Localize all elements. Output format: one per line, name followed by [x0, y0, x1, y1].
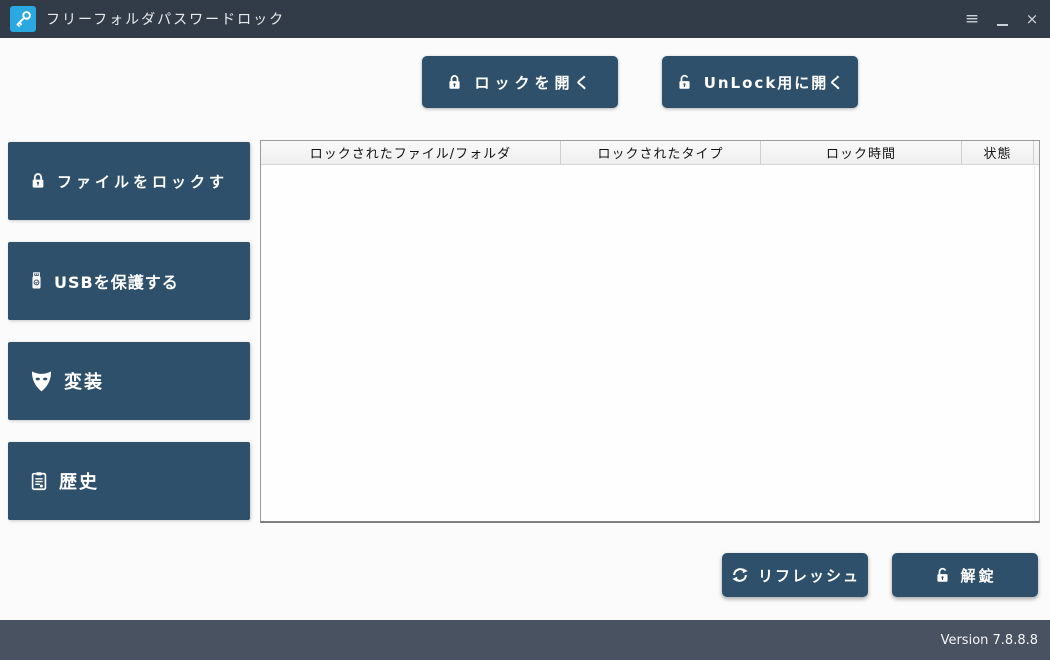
lock-icon [445, 73, 464, 92]
locked-items-table[interactable]: ロックされたファイル/フォルダ ロックされたタイプ ロック時間 状態 [260, 140, 1040, 523]
refresh-button[interactable]: リフレッシュ [722, 553, 868, 597]
column-header-lock-time[interactable]: ロック時間 [761, 141, 962, 164]
usb-icon [28, 271, 45, 291]
open-for-lock-button[interactable]: ロックを開く [422, 56, 618, 108]
window-controls: ≡ × [958, 4, 1046, 34]
window-title: フリーフォルダパスワードロック [46, 9, 285, 29]
close-icon[interactable]: × [1018, 4, 1046, 34]
statusbar: Version 7.8.8.8 [0, 620, 1050, 660]
titlebar: フリーフォルダパスワードロック ≡ × [0, 0, 1050, 38]
sidebar-item-label: USBを保護する [54, 269, 179, 293]
sidebar-item-label: 歴史 [59, 468, 99, 494]
column-header-filler [1034, 141, 1039, 164]
refresh-icon [730, 565, 750, 585]
lock-icon [28, 171, 48, 191]
open-for-unlock-button[interactable]: UnLock用に開く [662, 56, 858, 108]
sidebar-item-history[interactable]: 歴史 [8, 442, 250, 520]
open-for-lock-label: ロックを開く [474, 72, 594, 93]
unlock-label: 解錠 [960, 565, 996, 586]
mask-icon [28, 368, 55, 395]
column-header-locked-type[interactable]: ロックされたタイプ [561, 141, 761, 164]
app-icon [10, 6, 36, 32]
sidebar-item-label: ファイルをロックす [57, 171, 228, 192]
sidebar-item-protect-usb[interactable]: USBを保護する [8, 242, 250, 320]
unlock-icon [675, 73, 694, 92]
table-header-row: ロックされたファイル/フォルダ ロックされたタイプ ロック時間 状態 [261, 141, 1039, 165]
column-header-status[interactable]: 状態 [962, 141, 1034, 164]
column-header-locked-file[interactable]: ロックされたファイル/フォルダ [261, 141, 561, 164]
refresh-label: リフレッシュ [758, 565, 860, 586]
scrollbar-track [1034, 166, 1035, 521]
history-icon [28, 470, 50, 492]
version-label: Version 7.8.8.8 [941, 633, 1038, 648]
sidebar-item-label: 変装 [64, 368, 104, 394]
sidebar-item-disguise[interactable]: 変装 [8, 342, 250, 420]
unlock-button[interactable]: 解錠 [892, 553, 1038, 597]
key-icon [13, 9, 33, 29]
sidebar-item-lock-files[interactable]: ファイルをロックす [8, 142, 250, 220]
menu-icon[interactable]: ≡ [958, 4, 986, 34]
open-for-unlock-label: UnLock用に開く [704, 72, 846, 93]
table-body[interactable] [261, 166, 1039, 521]
unlock-icon [933, 566, 952, 585]
minimize-icon[interactable] [988, 4, 1016, 34]
